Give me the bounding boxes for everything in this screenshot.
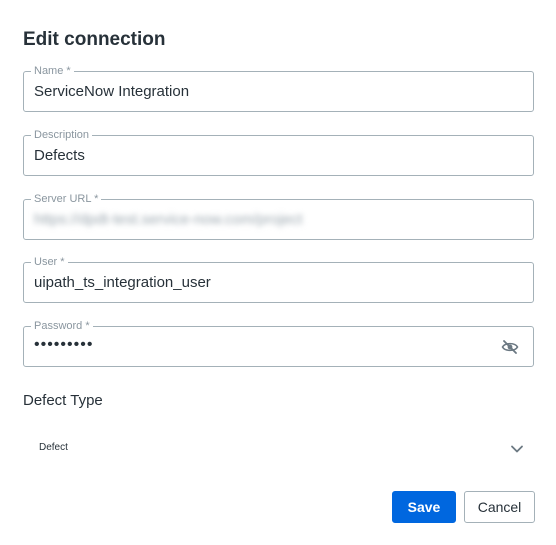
user-label: User * [31, 256, 68, 268]
defect-type-label: Defect Type [23, 392, 103, 409]
dialog-title: Edit connection [23, 29, 166, 50]
description-value[interactable]: Defects [34, 147, 85, 165]
name-field[interactable]: Name * ServiceNow Integration [23, 65, 534, 112]
password-label: Password * [31, 320, 93, 332]
defect-type-select[interactable]: Defect [23, 432, 534, 464]
password-value[interactable]: ••••••••• [34, 336, 93, 354]
defect-type-value: Defect [39, 442, 68, 453]
server-url-field[interactable]: Server URL * https://dpdt-test.service-n… [23, 193, 534, 240]
edit-connection-dialog: Edit connection Name * ServiceNow Integr… [0, 0, 556, 545]
save-button[interactable]: Save [392, 491, 456, 523]
eye-slash-icon[interactable] [501, 339, 519, 355]
server-url-value[interactable]: https://dpdt-test.service-now.com/projec… [34, 211, 302, 229]
chevron-down-icon[interactable] [510, 441, 524, 453]
password-field[interactable]: Password * ••••••••• [23, 320, 534, 367]
name-value[interactable]: ServiceNow Integration [34, 83, 189, 101]
user-value[interactable]: uipath_ts_integration_user [34, 274, 211, 292]
description-label: Description [31, 129, 93, 141]
cancel-button[interactable]: Cancel [464, 491, 535, 523]
description-field[interactable]: Description Defects [23, 129, 534, 176]
name-label: Name * [31, 65, 74, 77]
server-url-label: Server URL * [31, 193, 102, 205]
user-field[interactable]: User * uipath_ts_integration_user [23, 256, 534, 303]
